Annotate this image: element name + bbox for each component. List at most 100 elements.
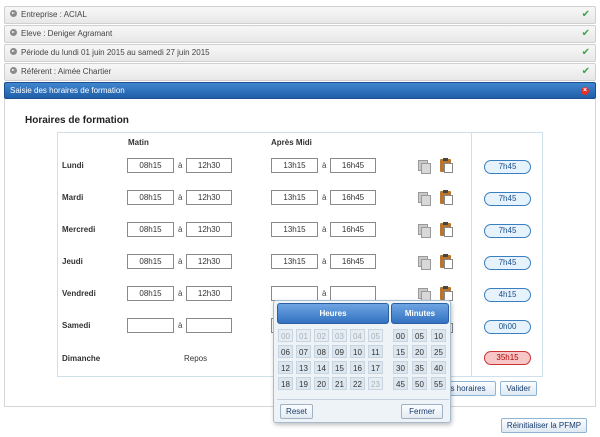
minute-cell[interactable]: 50 [412,377,427,390]
hour-cell[interactable]: 17 [368,361,383,374]
accordion-referent[interactable]: Référent : Aimée Chartier ✔ [4,63,596,81]
accordion-entreprise-label: Entreprise : ACIAL [21,10,87,19]
matin-start-input[interactable]: 08h15 [127,158,174,173]
apresmidi-start-input[interactable] [271,286,318,301]
matin-end-input[interactable]: 12h30 [186,158,232,173]
accordion-referent-label: Référent : Aimée Chartier [21,67,112,76]
matin-end-input[interactable]: 12h30 [186,190,232,205]
matin-end-input[interactable]: 12h30 [186,222,232,237]
expand-arrow-icon [10,10,17,18]
picker-heures-header: Heures [277,303,389,324]
hour-cell[interactable]: 06 [278,345,293,358]
apresmidi-separator: à [322,289,327,298]
day-label-samedi: Samedi [62,321,91,330]
matin-separator: à [178,161,183,170]
hour-cell: 02 [314,329,329,342]
apresmidi-start-input[interactable]: 13h15 [271,158,318,173]
paste-icon[interactable] [440,158,453,173]
copy-icon[interactable] [418,192,431,206]
hour-cell[interactable]: 21 [332,377,347,390]
matin-end-input[interactable]: 12h30 [186,254,232,269]
total-badge-mardi: 7h45 [484,192,531,206]
matin-separator: à [178,225,183,234]
hour-cell: 05 [368,329,383,342]
minute-cell[interactable]: 00 [393,329,408,342]
apresmidi-start-input[interactable]: 13h15 [271,254,318,269]
hour-cell[interactable]: 20 [314,377,329,390]
day-label-lundi: Lundi [62,161,84,170]
hour-cell[interactable]: 16 [350,361,365,374]
time-picker: Heures Minutes 00 01 02 03 04 05 06 07 08 09 10 11 1… [273,300,451,423]
apresmidi-end-input[interactable] [330,286,376,301]
copy-icon[interactable] [418,160,431,174]
hour-cell: 00 [278,329,293,342]
matin-end-input[interactable]: 12h30 [186,286,232,301]
hour-cell: 01 [296,329,311,342]
accordion-periode[interactable]: Période du lundi 01 juin 2015 au samedi … [4,44,596,62]
minute-cell[interactable]: 20 [412,345,427,358]
hour-cell[interactable]: 14 [314,361,329,374]
apresmidi-separator: à [322,225,327,234]
check-icon: ✔ [581,28,590,39]
hour-cell[interactable]: 07 [296,345,311,358]
accordion-eleve[interactable]: Eleve : Deniger Agramant ✔ [4,25,596,43]
copy-icon[interactable] [418,256,431,270]
minute-cell[interactable]: 30 [393,361,408,374]
matin-start-input[interactable]: 08h15 [127,190,174,205]
accordion-entreprise[interactable]: Entreprise : ACIAL ✔ [4,6,596,24]
expand-arrow-icon [10,48,17,56]
hour-cell[interactable]: 22 [350,377,365,390]
matin-start-input[interactable] [127,318,174,333]
apresmidi-end-input[interactable]: 16h45 [330,254,376,269]
day-label-mercredi: Mercredi [62,225,96,234]
matin-separator: à [178,257,183,266]
minute-cell[interactable]: 10 [431,329,446,342]
check-icon: ✔ [581,47,590,58]
matin-start-input[interactable]: 08h15 [127,222,174,237]
minute-cell[interactable]: 25 [431,345,446,358]
hour-cell[interactable]: 08 [314,345,329,358]
apresmidi-start-input[interactable]: 13h15 [271,190,318,205]
matin-separator: à [178,321,183,330]
close-icon[interactable]: × [581,87,589,95]
apresmidi-end-input[interactable]: 16h45 [330,222,376,237]
minute-cell[interactable]: 15 [393,345,408,358]
hour-cell[interactable]: 15 [332,361,347,374]
minute-cell[interactable]: 40 [431,361,446,374]
total-badge-jeudi: 7h45 [484,256,531,270]
reinitialiser-pfmp-button[interactable]: Réinitialiser la PFMP [501,418,587,433]
apresmidi-separator: à [322,161,327,170]
picker-fermer-button[interactable]: Fermer [401,404,443,419]
accordion-saisie-horaires[interactable]: Saisie des horaires de formation × [4,82,596,99]
apresmidi-separator: à [322,257,327,266]
paste-icon[interactable] [440,286,453,301]
apresmidi-start-input[interactable]: 13h15 [271,222,318,237]
copy-icon[interactable] [418,224,431,238]
hour-cell[interactable]: 12 [278,361,293,374]
matin-start-input[interactable]: 08h15 [127,254,174,269]
hour-cell[interactable]: 18 [278,377,293,390]
hour-cell[interactable]: 19 [296,377,311,390]
hour-cell: 04 [350,329,365,342]
picker-divider [277,399,449,400]
apresmidi-end-input[interactable]: 16h45 [330,158,376,173]
minute-cell[interactable]: 05 [412,329,427,342]
picker-minutes-header: Minutes [391,303,449,324]
minute-cell[interactable]: 55 [431,377,446,390]
hour-cell: 23 [368,377,383,390]
hour-cell[interactable]: 09 [332,345,347,358]
matin-start-input[interactable]: 08h15 [127,286,174,301]
hour-cell[interactable]: 11 [368,345,383,358]
matin-end-input[interactable] [186,318,232,333]
hour-cell[interactable]: 13 [296,361,311,374]
day-label-jeudi: Jeudi [62,257,83,266]
paste-icon[interactable] [440,190,453,205]
minute-cell[interactable]: 35 [412,361,427,374]
paste-icon[interactable] [440,254,453,269]
picker-reset-button[interactable]: Reset [280,404,313,419]
valider-button[interactable]: Valider [500,381,537,396]
hour-cell[interactable]: 10 [350,345,365,358]
apresmidi-end-input[interactable]: 16h45 [330,190,376,205]
minute-cell[interactable]: 45 [393,377,408,390]
paste-icon[interactable] [440,222,453,237]
